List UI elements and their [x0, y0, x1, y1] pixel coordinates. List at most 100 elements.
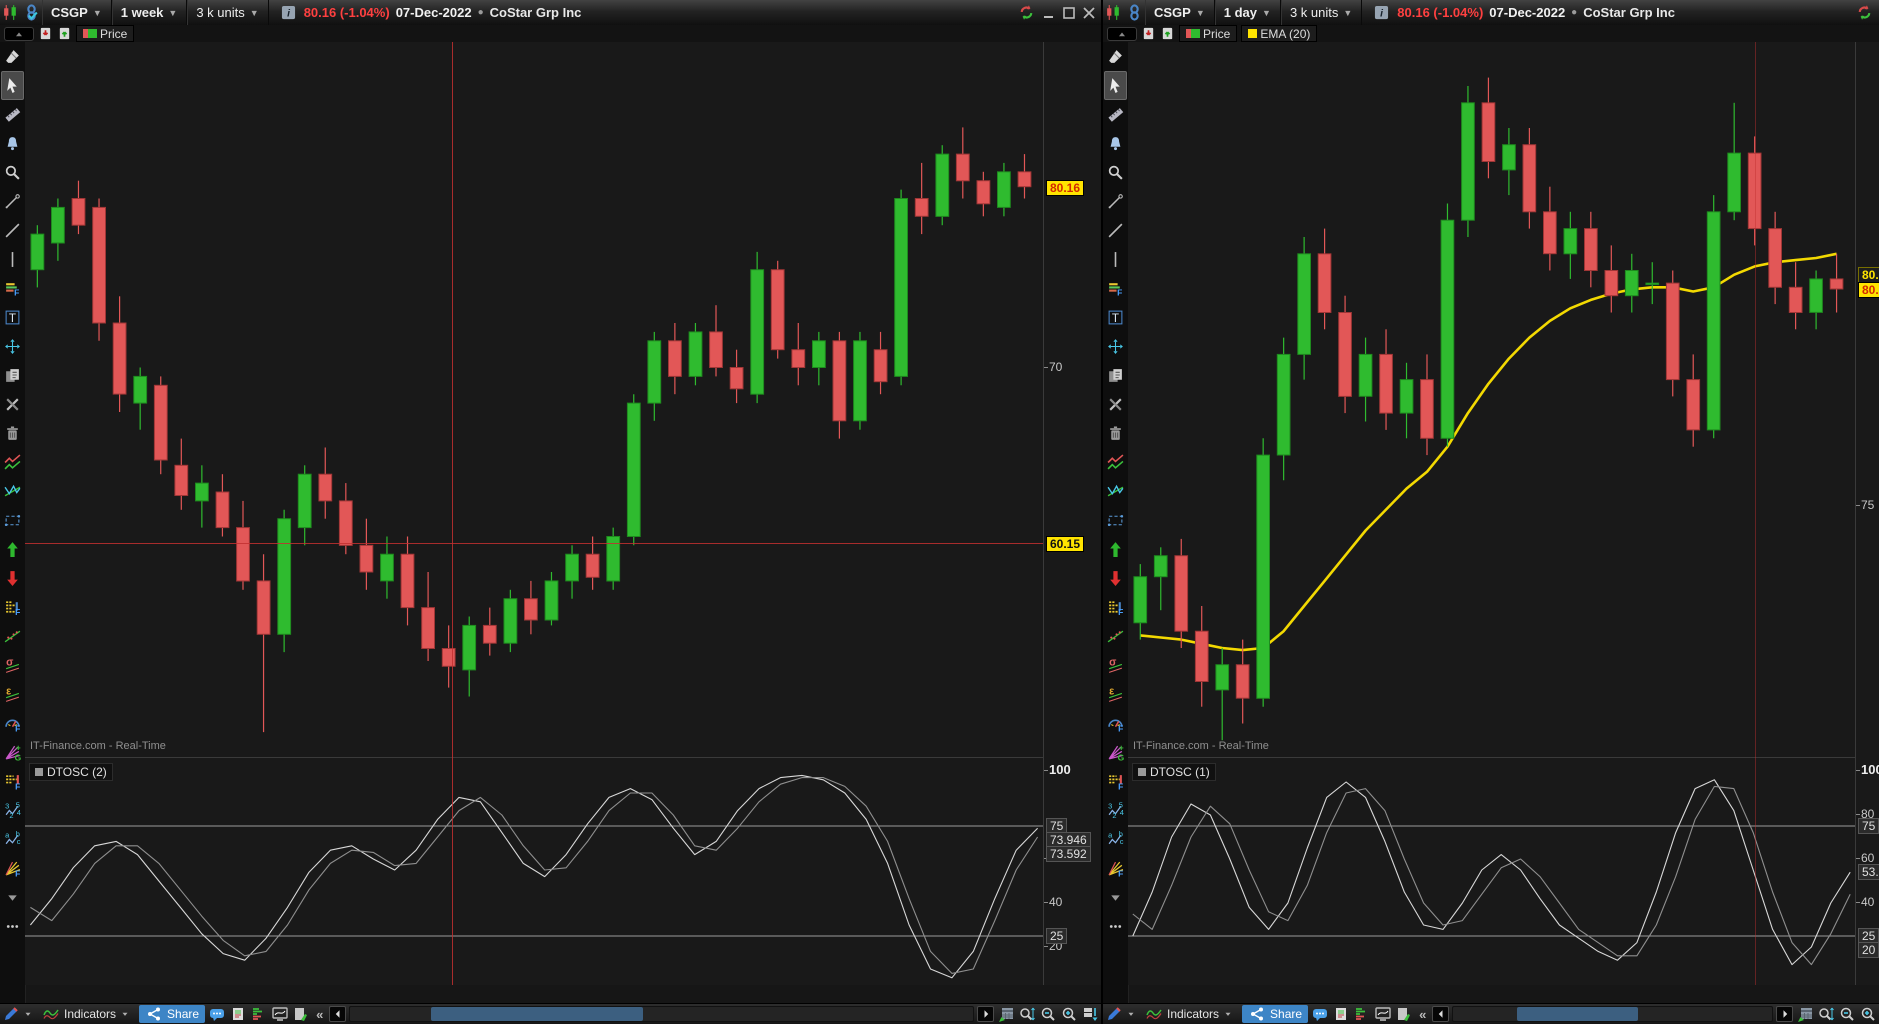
more-icon[interactable] [1, 912, 24, 941]
collapse-toolbar-icon[interactable]: « [1416, 1007, 1429, 1022]
pattern-icon[interactable] [1, 477, 24, 506]
vertical-zoom-icon[interactable] [1018, 1006, 1036, 1023]
segment-icon[interactable] [1104, 187, 1127, 216]
share-button[interactable]: Share [1242, 1005, 1309, 1023]
indicators-button[interactable]: Indicators [36, 1005, 136, 1023]
bars-f2-icon[interactable]: F [1, 767, 24, 796]
auto-fit-icon[interactable] [1081, 1006, 1099, 1023]
sell-arrow-icon[interactable] [1104, 564, 1127, 593]
units-select[interactable]: 3 k units ▼ [187, 0, 269, 25]
bars-f-icon[interactable]: F [1104, 593, 1127, 622]
minimize-button[interactable] [1041, 5, 1057, 21]
strategy-tools-icon[interactable] [292, 1006, 310, 1023]
zoom-out-icon[interactable] [1039, 1006, 1057, 1023]
chat-icon[interactable] [1311, 1006, 1329, 1023]
cursor-icon[interactable] [1104, 71, 1127, 100]
market-depth-icon[interactable] [250, 1006, 268, 1023]
buy-order-icon[interactable] [1160, 26, 1175, 41]
zone-icon[interactable] [1, 506, 24, 535]
pattern-icon[interactable] [1104, 477, 1127, 506]
text-tool-icon[interactable]: T [1, 303, 24, 332]
duplicate-icon[interactable] [1, 361, 24, 390]
info-icon[interactable]: i [281, 5, 296, 20]
timeframe-select[interactable]: 1 week ▼ [112, 0, 188, 25]
more-icon[interactable] [1104, 912, 1127, 941]
collapse-panel-button[interactable] [4, 26, 34, 41]
units-select[interactable]: 3 k units ▼ [1281, 0, 1363, 25]
draw-tool-dropdown-icon[interactable] [1126, 1006, 1136, 1023]
refresh-icon[interactable] [1856, 4, 1873, 21]
fan-g-icon[interactable]: G + [1104, 738, 1127, 767]
vertical-line-icon[interactable] [1104, 245, 1127, 274]
ticker-select[interactable]: CSGP ▼ [42, 0, 112, 25]
tools-icon[interactable] [1104, 390, 1127, 419]
duplicate-icon[interactable] [1104, 361, 1127, 390]
indicator-bars-icon[interactable]: F [1104, 274, 1127, 303]
share-button[interactable]: Share [139, 1005, 206, 1023]
price-legend[interactable]: Price [1179, 25, 1238, 42]
buy-arrow-icon[interactable] [1104, 535, 1127, 564]
move-icon[interactable] [1104, 332, 1127, 361]
screen-share-icon[interactable] [1374, 1006, 1392, 1023]
sigma-icon[interactable]: σ [1, 651, 24, 680]
collapse-toolbar-icon[interactable]: « [313, 1007, 326, 1022]
info-icon[interactable]: i [1374, 5, 1389, 20]
channel-icon[interactable] [1104, 448, 1127, 477]
vertical-zoom-icon[interactable] [1817, 1006, 1835, 1023]
price-axis[interactable]: 7580.3380.161008060407553.9422520 [1855, 42, 1879, 985]
magnifier-icon[interactable] [1104, 158, 1127, 187]
eraser-icon[interactable] [1104, 42, 1127, 71]
sigma-icon[interactable]: σ [1104, 651, 1127, 680]
scrollbar-thumb[interactable] [1517, 1007, 1639, 1021]
indicator-pane[interactable]: DTOSC (1) [1128, 757, 1855, 985]
collapse-panel-button[interactable] [1107, 26, 1137, 41]
tools-icon[interactable] [1, 390, 24, 419]
go-to-date-icon[interactable] [1796, 1006, 1814, 1023]
market-depth-icon[interactable] [1353, 1006, 1371, 1023]
bars-f2-icon[interactable]: F [1104, 767, 1127, 796]
price-and-indicator-plot[interactable]: DTOSC (1) IT-Finance.com - Real-Time [1128, 42, 1855, 985]
scroll-right-button[interactable] [1776, 1006, 1793, 1022]
sell-arrow-icon[interactable] [1, 564, 24, 593]
zone-icon[interactable] [1104, 506, 1127, 535]
scrollbar-thumb[interactable] [431, 1007, 643, 1021]
fan-f-icon[interactable]: F [1104, 854, 1127, 883]
indicator-pane[interactable]: DTOSC (2) [25, 757, 1043, 985]
dtosc-chart[interactable] [1128, 758, 1855, 985]
epsilon-icon[interactable]: ε [1, 680, 24, 709]
indicators-button[interactable]: Indicators [1139, 1005, 1239, 1023]
news-icon[interactable] [1332, 1006, 1350, 1023]
buy-order-icon[interactable] [57, 26, 72, 41]
labels-icon[interactable]: abc [1104, 825, 1127, 854]
trend-line-icon[interactable] [1104, 216, 1127, 245]
news-icon[interactable] [229, 1006, 247, 1023]
price-and-indicator-plot[interactable]: DTOSC (2) IT-Finance.com - Real-Time [25, 42, 1043, 985]
ema-legend[interactable]: EMA (20) [1241, 25, 1318, 42]
ruler-icon[interactable] [1, 100, 24, 129]
maximize-button[interactable] [1061, 5, 1077, 21]
cursor-icon[interactable] [1, 71, 24, 100]
bars-f-icon[interactable]: F [1, 593, 24, 622]
move-icon[interactable] [1, 332, 24, 361]
gauge-icon[interactable]: F [1104, 709, 1127, 738]
trash-icon[interactable] [1, 419, 24, 448]
horizontal-scrollbar[interactable] [349, 1006, 974, 1022]
indicator-label[interactable]: DTOSC (2) [29, 763, 113, 781]
epsilon-icon[interactable]: ε [1104, 680, 1127, 709]
regression-icon[interactable] [1, 622, 24, 651]
buy-arrow-icon[interactable] [1, 535, 24, 564]
trash-icon[interactable] [1104, 419, 1127, 448]
trend-line-icon[interactable] [1, 216, 24, 245]
text-tool-icon[interactable]: T [1104, 303, 1127, 332]
gauge-icon[interactable]: F [1, 709, 24, 738]
go-to-date-icon[interactable] [997, 1006, 1015, 1023]
link-charts-icon[interactable] [23, 4, 40, 21]
channel-icon[interactable] [1, 448, 24, 477]
scroll-left-button[interactable] [1432, 1006, 1450, 1022]
labels-icon[interactable]: abc [1, 825, 24, 854]
price-axis[interactable]: 7080.1660.151006040207573.94673.59225 [1043, 42, 1101, 985]
regression-icon[interactable] [1104, 622, 1127, 651]
collapse-icon[interactable] [1, 883, 24, 912]
sell-order-icon[interactable] [1141, 26, 1156, 41]
horizontal-scrollbar[interactable] [1452, 1006, 1773, 1022]
